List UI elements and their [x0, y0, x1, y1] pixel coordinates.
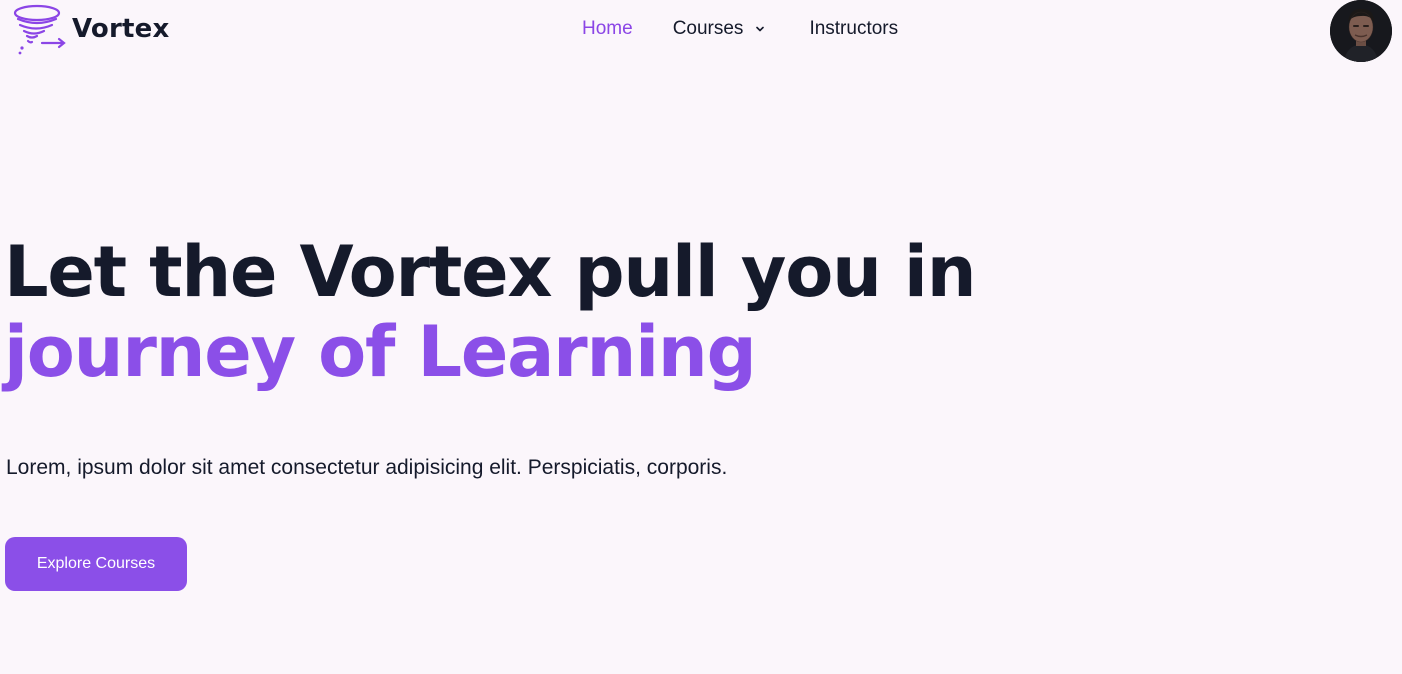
explore-courses-button[interactable]: Explore Courses: [5, 537, 187, 591]
tornado-icon: [13, 4, 66, 55]
nav-link-courses-label: Courses: [672, 18, 744, 39]
avatar-portrait: [1330, 0, 1392, 62]
chevron-down-icon: [756, 26, 765, 32]
nav-link-instructors[interactable]: Instructors: [809, 16, 898, 42]
hero-title: Let the Vortex pull you in journey of Le…: [4, 231, 977, 393]
nav-link-courses[interactable]: Courses: [673, 16, 766, 42]
hero-title-line-1: Let the Vortex pull you in: [4, 231, 977, 313]
brand-logo-link[interactable]: Vortex: [10, 2, 169, 56]
navbar: Vortex Home Courses Instructors: [0, 0, 1402, 62]
hero-title-line-2: journey of Learning: [4, 311, 757, 393]
nav-item-instructors: Instructors: [809, 16, 898, 42]
brand-name: Vortex: [72, 14, 170, 44]
nav-item-home: Home: [582, 16, 673, 42]
nav-item-courses: Courses: [673, 16, 810, 42]
hero-description: Lorem, ipsum dolor sit amet consectetur …: [6, 456, 728, 479]
nav-menu: Home Courses Instructors: [582, 16, 898, 42]
nav-link-home[interactable]: Home: [582, 16, 633, 42]
user-avatar[interactable]: [1330, 0, 1392, 62]
